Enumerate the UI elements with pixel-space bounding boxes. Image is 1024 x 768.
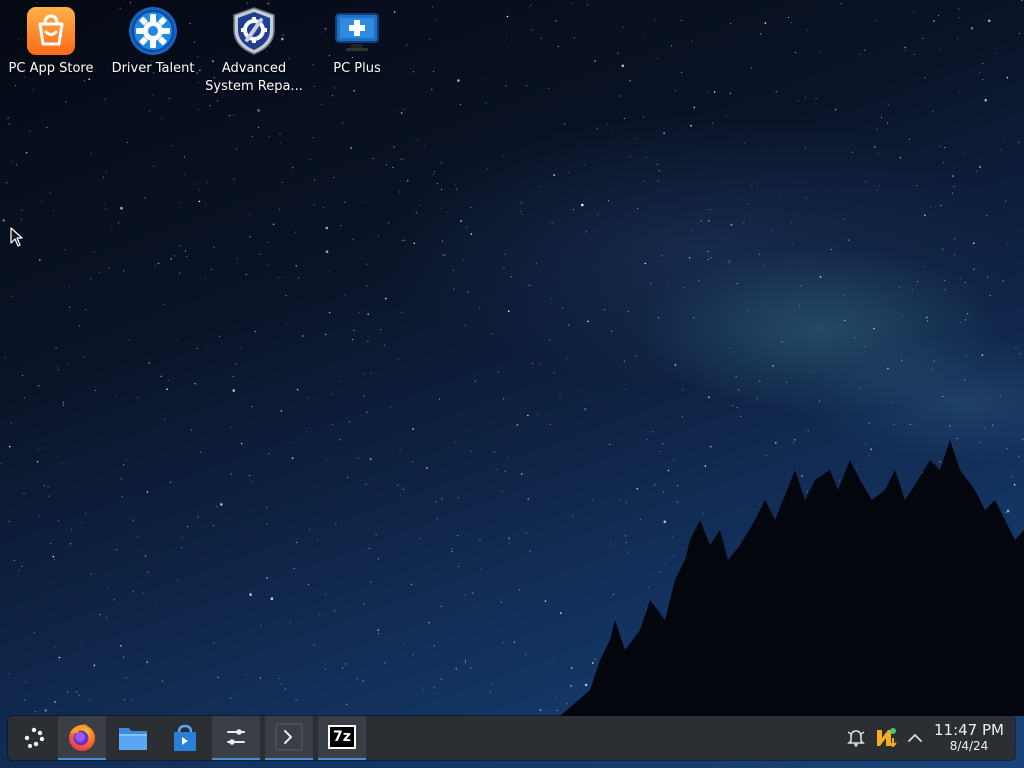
- desktop-icon-advanced-system-repair[interactable]: Advanced System Repa...: [204, 6, 304, 96]
- advanced-system-repair-icon: [233, 7, 275, 55]
- terminal-icon: [275, 723, 303, 751]
- pc-plus-icon: [335, 13, 379, 51]
- desktop-icon-label: Advanced System Repa...: [205, 61, 303, 94]
- clock-time: 11:47 PM: [934, 721, 1004, 739]
- desktop-icon-pc-plus[interactable]: PC Plus: [307, 6, 407, 78]
- taskbar-app-store[interactable]: [161, 716, 209, 760]
- tree-silhouette-wallpaper: [560, 440, 1024, 716]
- taskbar-terminal[interactable]: [265, 716, 313, 760]
- update-manager-button[interactable]: [874, 726, 898, 750]
- desktop-icon-label: PC App Store: [8, 61, 94, 76]
- application-launcher-button[interactable]: [10, 716, 58, 760]
- desktop-icon-pc-app-store[interactable]: PC App Store: [1, 6, 101, 78]
- desktop[interactable]: PC App Store Driver Talent Advanced Syst…: [0, 0, 1024, 768]
- show-hidden-icons-chevron-icon: [908, 734, 922, 742]
- desktop-icon-driver-talent[interactable]: Driver Talent: [103, 6, 203, 78]
- file-manager-icon: [119, 728, 147, 750]
- system-settings-icon: [223, 724, 249, 750]
- desktop-icon-label: Driver Talent: [111, 61, 195, 76]
- 7zip-icon: 7z: [328, 725, 356, 749]
- mouse-cursor-icon: [10, 227, 23, 247]
- pc-app-store-icon: [27, 7, 75, 55]
- firefox-icon: [69, 724, 95, 751]
- taskbar-firefox[interactable]: [58, 716, 106, 760]
- app-store-icon: [174, 724, 196, 751]
- notifications-button[interactable]: [844, 726, 868, 750]
- clock-date: 8/4/24: [949, 739, 989, 753]
- update-manager-icon: [877, 728, 897, 748]
- notifications-icon: [847, 730, 865, 747]
- desktop-icon-label: PC Plus: [333, 61, 381, 76]
- show-hidden-icons-button[interactable]: [903, 726, 927, 750]
- taskbar-7zip[interactable]: 7z: [318, 716, 366, 760]
- taskbar-system-settings[interactable]: [212, 716, 260, 760]
- driver-talent-icon: [129, 7, 177, 55]
- digital-clock[interactable]: 11:47 PM 8/4/24: [932, 721, 1006, 753]
- application-launcher-icon: [24, 727, 45, 748]
- taskbar-file-manager[interactable]: [109, 716, 157, 760]
- taskbar: 7z 11:47 PM 8/4/24: [8, 716, 1015, 760]
